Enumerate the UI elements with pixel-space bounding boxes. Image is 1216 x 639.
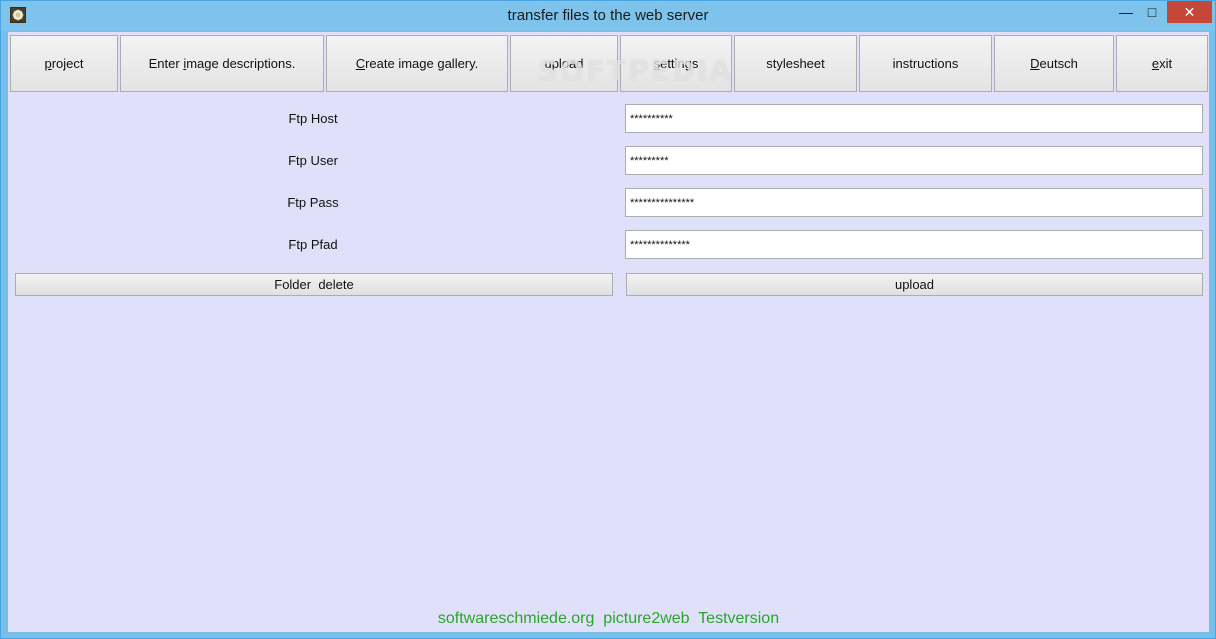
ftp-pass-input[interactable]	[625, 188, 1203, 217]
gallery-mnemonic: C	[355, 56, 366, 71]
client-area: p roject Enter i mage descriptions. Create…	[8, 32, 1209, 632]
enter-image-descriptions-button[interactable]: Enter i mage descriptions.	[120, 35, 324, 92]
instructions-label: instructions	[892, 56, 959, 71]
stylesheet-label: stylesheet	[766, 56, 825, 71]
settings-label: ettings	[660, 56, 699, 71]
gallery-label: reate image gallery.	[365, 56, 479, 71]
window-title: transfer files to the web server	[507, 7, 709, 24]
ftp-pass-label: Ftp Pass	[287, 195, 339, 210]
settings-button[interactable]: s ettings	[620, 35, 732, 92]
exit-button[interactable]: e xit	[1116, 35, 1208, 92]
deutsch-button[interactable]: Deutsch	[994, 35, 1114, 92]
descriptions-label-pre: Enter	[148, 56, 184, 71]
exit-mnemonic: e	[1151, 56, 1160, 71]
maximize-button[interactable]: □	[1139, 1, 1165, 23]
upload-tab-label: upload	[544, 56, 584, 71]
ftp-user-label: Ftp User	[288, 153, 338, 168]
title-bar[interactable]: transfer files to the web server — □ ✕	[1, 1, 1215, 31]
ftp-path-label: Ftp Pfad	[288, 237, 338, 252]
footer-credit: softwareschmiede.org picture2web Testver…	[437, 610, 780, 627]
app-window: transfer files to the web server — □ ✕ p…	[0, 0, 1216, 639]
upload-tab-button[interactable]: upload	[510, 35, 618, 92]
deutsch-label: eutsch	[1039, 56, 1078, 71]
folder-delete-button[interactable]: Folder delete	[15, 273, 613, 296]
ftp-path-input[interactable]	[625, 230, 1203, 259]
project-button[interactable]: p roject	[10, 35, 118, 92]
minimize-button[interactable]: —	[1113, 1, 1139, 23]
close-button[interactable]: ✕	[1167, 1, 1212, 23]
stylesheet-button[interactable]: stylesheet	[734, 35, 857, 92]
exit-label: xit	[1159, 56, 1173, 71]
create-image-gallery-button[interactable]: Create image gallery.	[326, 35, 508, 92]
upload-button[interactable]: upload	[626, 273, 1203, 296]
instructions-button[interactable]: instructions	[859, 35, 992, 92]
ftp-user-input[interactable]	[625, 146, 1203, 175]
deutsch-mnemonic: D	[1030, 56, 1040, 71]
ftp-host-input[interactable]	[625, 104, 1203, 133]
descriptions-label-rest: mage descriptions.	[186, 56, 296, 71]
ftp-host-label: Ftp Host	[288, 111, 338, 126]
project-label: roject	[51, 56, 84, 71]
project-mnemonic: p	[44, 56, 52, 71]
